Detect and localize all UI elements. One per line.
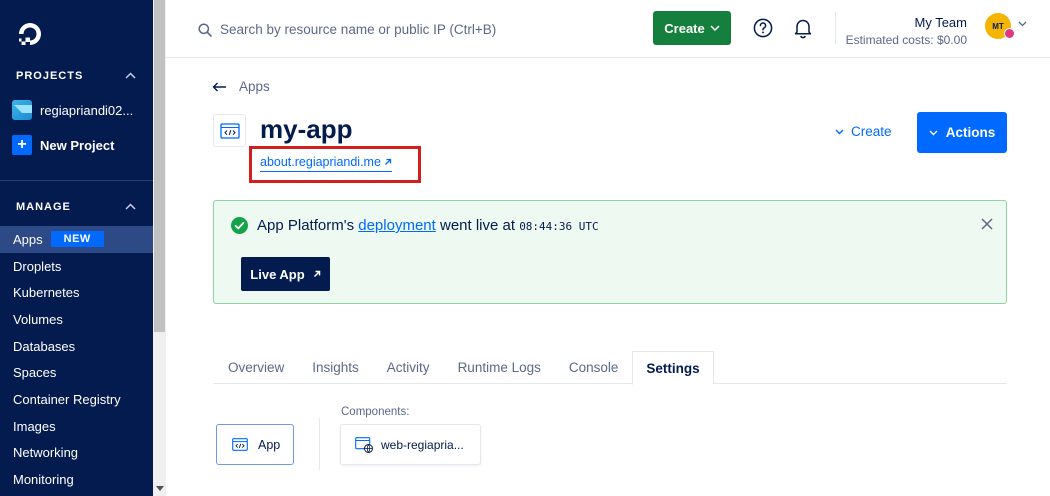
close-icon[interactable] bbox=[981, 218, 993, 230]
components-separator bbox=[319, 418, 320, 470]
sidebar-item-label: Monitoring bbox=[13, 472, 74, 488]
projects-collapse-icon[interactable] bbox=[125, 68, 136, 82]
sidebar-item-label: Spaces bbox=[13, 365, 57, 381]
web-service-icon bbox=[355, 436, 373, 453]
arrow-left-icon bbox=[212, 82, 226, 91]
code-window-icon bbox=[232, 438, 248, 451]
sidebar-item-label: Databases bbox=[13, 338, 76, 354]
sidebar-item-container-registry[interactable]: Container Registry bbox=[0, 386, 153, 413]
top-bar: Search by resource name or public IP (Ct… bbox=[166, 0, 1050, 58]
components-label: Components: bbox=[341, 406, 410, 418]
tab-insights[interactable]: Insights bbox=[298, 351, 373, 384]
sidebar-item-label: Images bbox=[13, 418, 56, 434]
header-separator bbox=[835, 12, 836, 44]
create-dropdown-button[interactable]: Create bbox=[653, 11, 731, 45]
sidebar-item-networking[interactable]: Networking bbox=[0, 440, 153, 467]
live-app-label: Live App bbox=[250, 266, 305, 282]
estimated-costs: Estimated costs: $0.00 bbox=[845, 33, 967, 47]
live-url-link[interactable]: about.regiapriandi.me bbox=[260, 155, 392, 172]
sidebar-item-monitoring[interactable]: Monitoring bbox=[0, 466, 153, 493]
sidebar: PROJECTS regiapriandi02... + New Project… bbox=[0, 0, 153, 496]
sidebar-divider bbox=[0, 180, 153, 181]
digitalocean-logo-icon[interactable] bbox=[16, 20, 44, 48]
page-title: my-app bbox=[260, 114, 353, 144]
bell-icon[interactable] bbox=[793, 17, 813, 39]
sidebar-item-label: Droplets bbox=[13, 258, 62, 274]
chevron-up-icon bbox=[125, 72, 136, 79]
live-app-button[interactable]: Live App bbox=[241, 257, 330, 291]
banner-text-after: went live at bbox=[435, 217, 520, 234]
deployment-success-banner: App Platform's deployment went live at 0… bbox=[213, 200, 1007, 304]
component-card[interactable]: web-regiapria... bbox=[340, 424, 481, 465]
create-menu-link[interactable]: Create bbox=[835, 124, 892, 139]
tab-overview[interactable]: Overview bbox=[213, 351, 298, 384]
sidebar-item-databases[interactable]: Databases bbox=[0, 333, 153, 360]
scroll-down-arrow-icon[interactable] bbox=[156, 486, 164, 491]
sidebar-project-item[interactable]: regiapriandi02... bbox=[12, 99, 133, 121]
project-icon bbox=[12, 100, 32, 120]
live-url-text: about.regiapriandi.me bbox=[260, 155, 381, 169]
help-circle-icon[interactable] bbox=[753, 18, 773, 38]
app-tabs: Overview Insights Activity Runtime Logs … bbox=[213, 351, 1007, 385]
app-window: PROJECTS regiapriandi02... + New Project… bbox=[0, 0, 1050, 496]
chevron-down-icon bbox=[835, 129, 844, 134]
project-name: regiapriandi02... bbox=[40, 102, 134, 118]
back-to-apps-link[interactable]: Apps bbox=[212, 79, 270, 94]
new-project-label: New Project bbox=[40, 137, 115, 153]
sidebar-scrollbar[interactable] bbox=[153, 0, 166, 496]
plus-icon: + bbox=[12, 135, 32, 155]
new-project-button[interactable]: + New Project bbox=[12, 134, 114, 156]
chevron-down-icon bbox=[929, 130, 938, 135]
sidebar-nav: Apps NEW Droplets Kubernetes Volumes Dat… bbox=[0, 226, 153, 493]
app-card-label: App bbox=[258, 437, 281, 452]
sidebar-item-label: Volumes bbox=[13, 311, 63, 327]
app-icon-container bbox=[213, 114, 246, 147]
actions-label: Actions bbox=[945, 125, 996, 140]
projects-heading: PROJECTS bbox=[16, 70, 84, 82]
deploy-time: 08:44:36 UTC bbox=[519, 220, 599, 233]
manage-collapse-icon[interactable] bbox=[125, 199, 136, 213]
create-link-label: Create bbox=[851, 124, 892, 139]
check-circle-icon bbox=[231, 217, 248, 234]
sidebar-item-volumes[interactable]: Volumes bbox=[0, 306, 153, 333]
manage-heading: MANAGE bbox=[16, 201, 71, 213]
sidebar-item-images[interactable]: Images bbox=[0, 413, 153, 440]
sidebar-item-label: Container Registry bbox=[13, 391, 121, 407]
chevron-down-icon bbox=[710, 25, 720, 31]
sidebar-item-label: Kubernetes bbox=[13, 285, 80, 301]
tab-console[interactable]: Console bbox=[555, 351, 633, 384]
component-name: web-regiapria... bbox=[381, 437, 464, 452]
app-settings-card[interactable]: App bbox=[216, 424, 294, 465]
sidebar-item-droplets[interactable]: Droplets bbox=[0, 253, 153, 280]
external-link-icon bbox=[313, 270, 320, 278]
scrollbar-thumb[interactable] bbox=[154, 0, 165, 332]
search-input[interactable]: Search by resource name or public IP (Ct… bbox=[220, 22, 496, 37]
team-name[interactable]: My Team bbox=[915, 15, 968, 30]
search-icon bbox=[198, 23, 212, 37]
external-link-icon bbox=[384, 158, 392, 165]
sidebar-item-spaces[interactable]: Spaces bbox=[0, 359, 153, 386]
back-label: Apps bbox=[239, 79, 270, 94]
banner-text-before: App Platform's bbox=[257, 217, 359, 234]
chevron-down-icon[interactable] bbox=[1018, 21, 1027, 27]
sidebar-item-kubernetes[interactable]: Kubernetes bbox=[0, 279, 153, 306]
team-badge-icon bbox=[1004, 28, 1015, 39]
new-badge: NEW bbox=[50, 231, 104, 248]
tab-runtime-logs[interactable]: Runtime Logs bbox=[444, 351, 555, 384]
deployment-link[interactable]: deployment bbox=[358, 217, 436, 234]
tab-activity[interactable]: Activity bbox=[373, 351, 444, 384]
actions-dropdown-button[interactable]: Actions bbox=[917, 112, 1007, 153]
chevron-up-icon bbox=[125, 203, 136, 210]
create-button-label: Create bbox=[664, 20, 705, 36]
sidebar-item-label: Apps bbox=[13, 231, 43, 247]
banner-message: App Platform's deployment went live at 0… bbox=[257, 217, 599, 234]
tab-settings[interactable]: Settings bbox=[632, 351, 714, 385]
code-window-icon bbox=[219, 122, 240, 139]
sidebar-item-apps[interactable]: Apps NEW bbox=[0, 226, 153, 253]
sidebar-item-label: Networking bbox=[13, 445, 79, 461]
